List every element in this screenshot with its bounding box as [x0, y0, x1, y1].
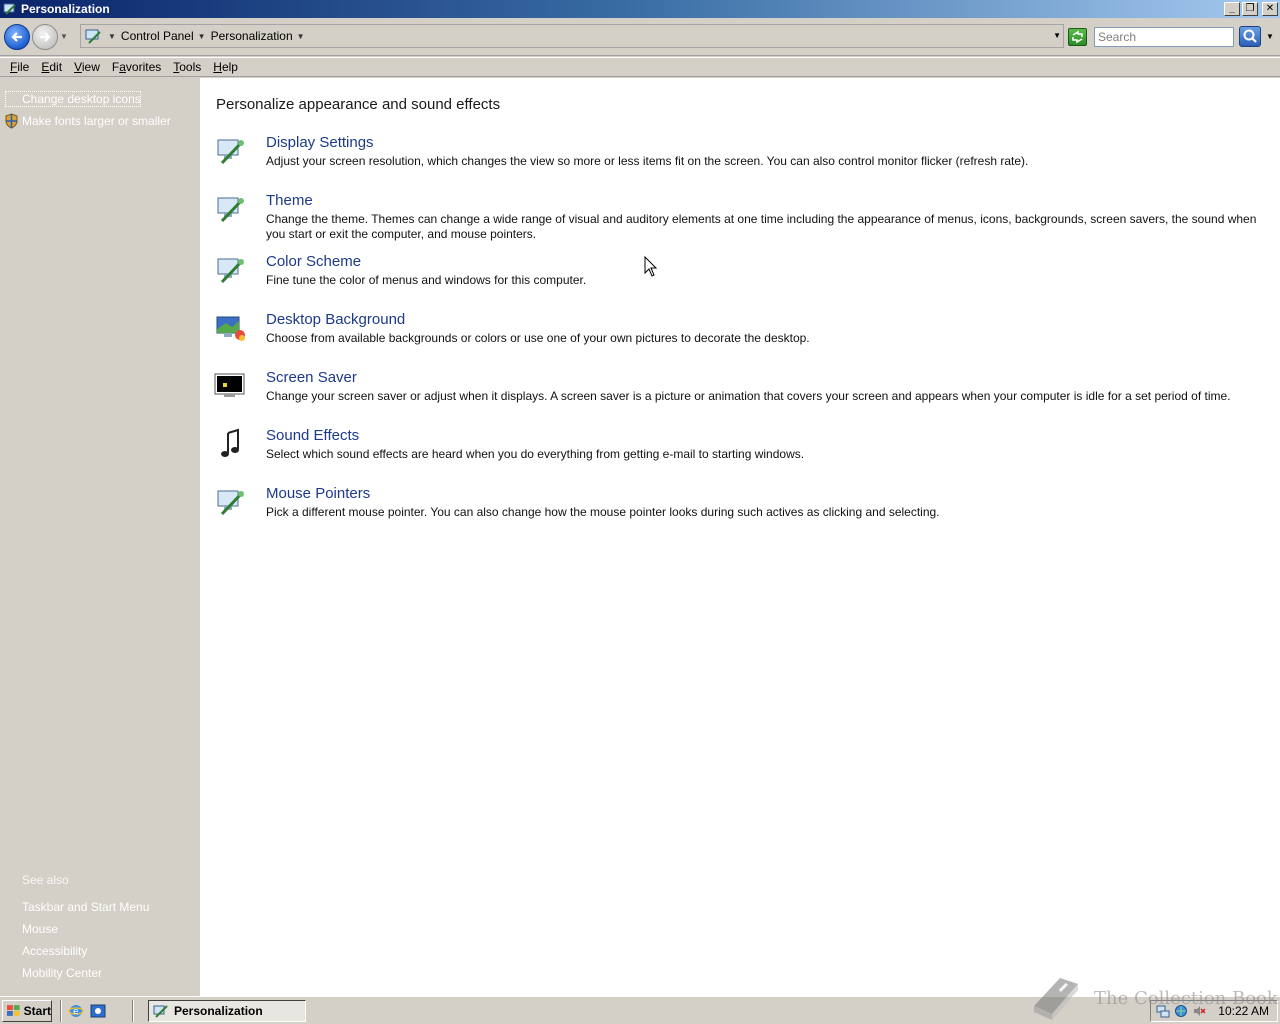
svg-text:e: e	[73, 1007, 79, 1017]
shield-icon	[5, 113, 18, 129]
item-description: Change the theme. Themes can change a wi…	[266, 212, 1257, 241]
quick-launch-separator	[60, 999, 62, 1022]
see-also-accessibility[interactable]: Accessibility	[22, 944, 87, 958]
start-button[interactable]: Start	[2, 999, 52, 1022]
book-icon	[1034, 978, 1078, 1020]
breadcrumb-personalization[interactable]: Personalization	[211, 29, 293, 43]
menu-view[interactable]: View	[68, 60, 106, 74]
search-icon	[1243, 29, 1257, 43]
forward-arrow-icon	[40, 31, 51, 42]
control-panel-icon	[153, 1004, 168, 1018]
search-options-dropdown[interactable]: ▼	[1266, 32, 1274, 41]
music-note-icon	[221, 428, 239, 457]
menu-file[interactable]: File	[4, 60, 35, 74]
color-scheme-icon	[217, 258, 244, 284]
item-description: Adjust your screen resolution, which cha…	[266, 154, 1029, 168]
navigation-bar: ▼ ▼ Control Panel ▼ Personalization ▼ ▼ …	[0, 18, 1280, 56]
chevron-down-icon[interactable]: ▼	[297, 32, 305, 41]
forward-button[interactable]	[32, 23, 58, 50]
task-change-desktop-icons[interactable]: Change desktop icons	[5, 91, 141, 107]
desktop-background-icon	[216, 316, 245, 341]
address-bar[interactable]: ▼ Control Panel ▼ Personalization ▼ ▼	[80, 24, 1064, 48]
sound-effects-link[interactable]: Sound Effects	[266, 427, 359, 444]
item-description: Change your screen saver or adjust when …	[266, 389, 1231, 403]
screen-saver-icon	[214, 373, 245, 397]
chevron-down-icon[interactable]: ▼	[108, 32, 116, 41]
search-button[interactable]	[1239, 26, 1261, 47]
chevron-down-icon[interactable]: ▼	[198, 32, 206, 41]
refresh-icon	[1072, 30, 1083, 44]
menu-edit[interactable]: Edit	[35, 60, 68, 74]
refresh-button[interactable]	[1068, 28, 1087, 46]
address-history-dropdown[interactable]: ▼	[1053, 31, 1061, 40]
content-pane: Personalize appearance and sound effects…	[200, 78, 1280, 996]
menu-help[interactable]: Help	[207, 60, 244, 74]
task-make-fonts-larger[interactable]: Make fonts larger or smaller	[22, 114, 171, 128]
back-button[interactable]	[4, 23, 30, 50]
see-also-mobility-center[interactable]: Mobility Center	[22, 966, 102, 980]
show-desktop-icon[interactable]	[90, 1003, 106, 1019]
item-description: Fine tune the color of menus and windows…	[266, 273, 587, 287]
menu-favorites[interactable]: Favorites	[106, 60, 167, 74]
menu-tools[interactable]: Tools	[167, 60, 207, 74]
display-settings-icon	[217, 139, 244, 165]
mouse-pointers-icon	[217, 490, 244, 516]
color-scheme-link[interactable]: Color Scheme	[266, 253, 361, 270]
watermark: The Collection Book	[1030, 976, 1278, 1020]
breadcrumb-control-panel[interactable]: Control Panel	[121, 29, 194, 43]
theme-link[interactable]: Theme	[266, 192, 313, 209]
item-description: Pick a different mouse pointer. You can …	[266, 505, 940, 519]
windows-logo-icon	[7, 1004, 20, 1016]
control-panel-icon	[3, 3, 16, 15]
see-also-mouse[interactable]: Mouse	[22, 922, 58, 936]
minimize-button[interactable]: _	[1224, 2, 1240, 16]
see-also-taskbar[interactable]: Taskbar and Start Menu	[22, 900, 149, 914]
see-also-heading: See also	[22, 873, 69, 887]
screen-saver-link[interactable]: Screen Saver	[266, 369, 357, 386]
search-input[interactable]: Search	[1094, 27, 1234, 47]
display-settings-link[interactable]: Display Settings	[266, 134, 374, 151]
recent-pages-dropdown[interactable]: ▼	[58, 24, 70, 50]
window-title: Personalization	[21, 2, 110, 16]
theme-icon	[217, 197, 244, 223]
mouse-pointers-link[interactable]: Mouse Pointers	[266, 485, 370, 502]
taskbar-window-label: Personalization	[174, 1003, 263, 1018]
watermark-text: The Collection Book	[1094, 987, 1278, 1009]
title-bar[interactable]: Personalization _ ❐ ✕	[0, 0, 1280, 18]
mouse-cursor-icon	[644, 256, 658, 277]
restore-button[interactable]: ❐	[1242, 2, 1258, 16]
taskbar-window-personalization[interactable]: Personalization	[148, 999, 306, 1022]
start-label: Start	[23, 1003, 51, 1018]
page-title: Personalize appearance and sound effects	[216, 96, 501, 113]
internet-explorer-icon[interactable]: e	[68, 1003, 84, 1019]
item-description: Select which sound effects are heard whe…	[266, 447, 805, 461]
control-panel-icon	[85, 29, 101, 44]
close-button[interactable]: ✕	[1262, 2, 1278, 16]
back-arrow-icon	[11, 31, 22, 42]
item-description: Choose from available backgrounds or col…	[266, 331, 810, 345]
quick-launch-separator	[132, 999, 134, 1022]
menu-bar: File Edit View Favorites Tools Help	[0, 57, 1280, 77]
desktop-background-link[interactable]: Desktop Background	[266, 311, 405, 328]
tasks-pane: Change desktop icons Make fonts larger o…	[0, 78, 200, 996]
